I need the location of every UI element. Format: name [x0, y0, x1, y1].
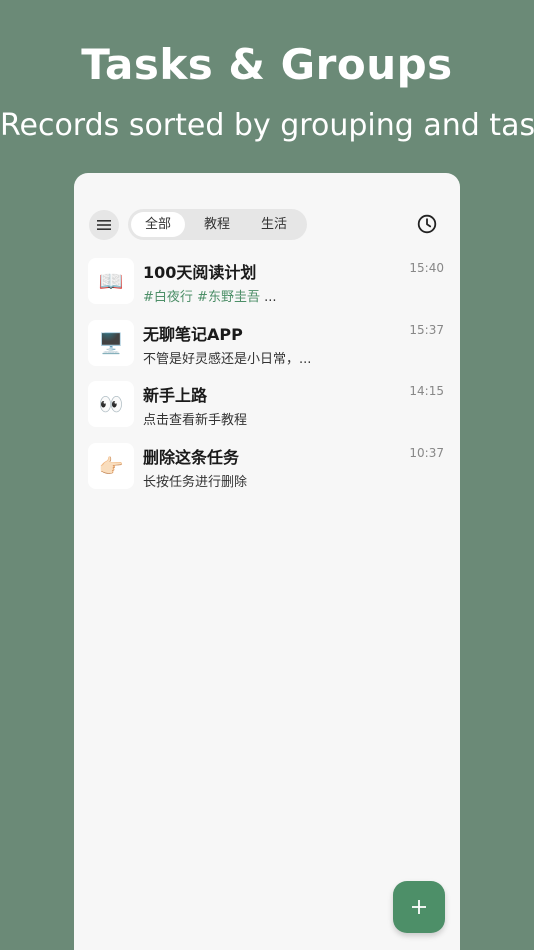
tab-tutorial[interactable]: 教程 — [191, 212, 243, 237]
task-item[interactable]: 👉🏻 删除这条任务 长按任务进行删除 10:37 — [88, 443, 446, 491]
task-subtitle: 长按任务进行删除 — [143, 475, 248, 490]
book-icon: 📖 — [88, 258, 134, 304]
add-task-button[interactable] — [393, 881, 445, 933]
task-time: 15:40 — [409, 261, 444, 275]
task-title: 新手上路 — [143, 386, 208, 405]
tab-life[interactable]: 生活 — [248, 212, 300, 237]
task-title: 删除这条任务 — [143, 448, 240, 467]
task-tag[interactable]: #东野圭吾 — [197, 290, 260, 305]
task-subtitle: 不管是好灵感还是小日常，... — [143, 352, 312, 367]
menu-button[interactable] — [89, 210, 119, 240]
task-subtitle: 点击查看新手教程 — [143, 413, 248, 428]
clock-icon — [417, 214, 437, 234]
task-tag[interactable]: #白夜行 — [143, 290, 193, 305]
task-item[interactable]: 🖥️ 无聊笔记APP 不管是好灵感还是小日常，... 15:37 — [88, 320, 446, 368]
task-subtitle-suffix: ... — [259, 290, 277, 305]
hero-subtitle: Records sorted by grouping and task — [0, 108, 534, 143]
eyes-icon: 👀 — [88, 381, 134, 427]
task-time: 10:37 — [409, 446, 444, 460]
history-button[interactable] — [415, 212, 439, 236]
app-screen: 全部 教程 生活 📖 100天阅读计划 #白夜行 #东野圭吾 ... 15:40… — [74, 173, 460, 950]
pointing-hand-icon: 👉🏻 — [88, 443, 134, 489]
task-tags: #白夜行 #东野圭吾 ... — [143, 286, 276, 305]
desktop-computer-icon: 🖥️ — [88, 320, 134, 366]
plus-icon — [412, 900, 426, 914]
task-time: 15:37 — [409, 323, 444, 337]
task-item[interactable]: 👀 新手上路 点击查看新手教程 14:15 — [88, 381, 446, 429]
group-tabs: 全部 教程 生活 — [128, 209, 307, 240]
task-time: 14:15 — [409, 384, 444, 398]
hero-title: Tasks & Groups — [81, 40, 453, 89]
task-item[interactable]: 📖 100天阅读计划 #白夜行 #东野圭吾 ... 15:40 — [88, 258, 446, 306]
task-title: 无聊笔记APP — [143, 325, 243, 344]
task-title: 100天阅读计划 — [143, 263, 257, 282]
tab-all[interactable]: 全部 — [131, 212, 185, 237]
hamburger-menu-icon — [97, 220, 111, 230]
